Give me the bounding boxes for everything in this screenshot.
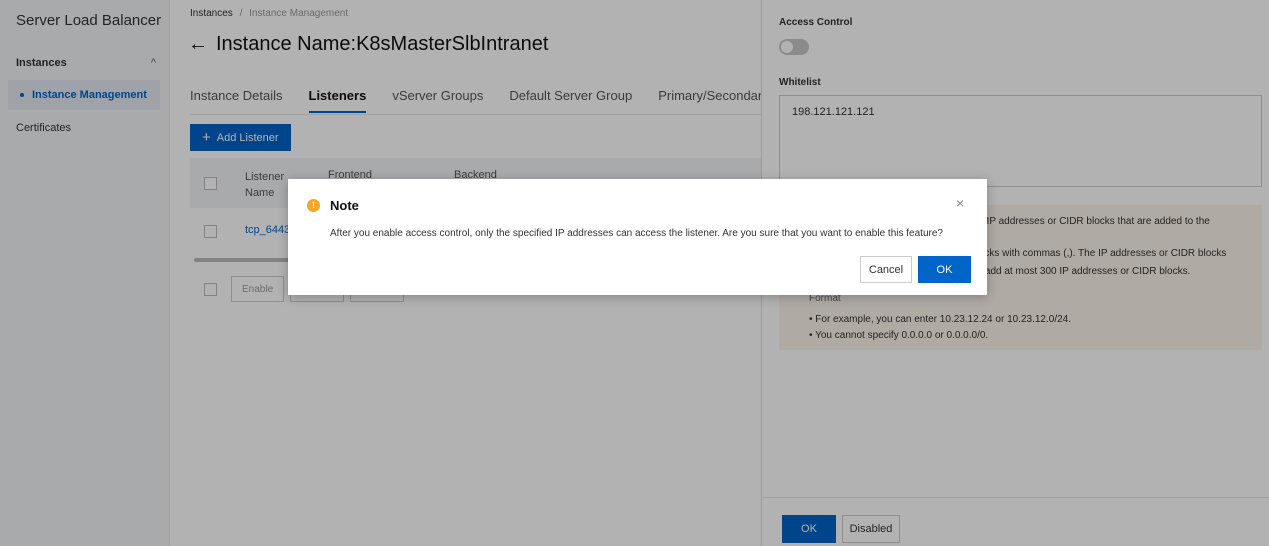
- dialog-title: Note: [330, 198, 359, 213]
- close-icon[interactable]: ×: [956, 195, 964, 211]
- confirm-dialog: ! Note × After you enable access control…: [288, 179, 987, 295]
- dialog-message: After you enable access control, only th…: [330, 228, 943, 239]
- cancel-button[interactable]: Cancel: [860, 256, 912, 283]
- warning-icon: !: [307, 199, 320, 212]
- ok-button[interactable]: OK: [918, 256, 971, 283]
